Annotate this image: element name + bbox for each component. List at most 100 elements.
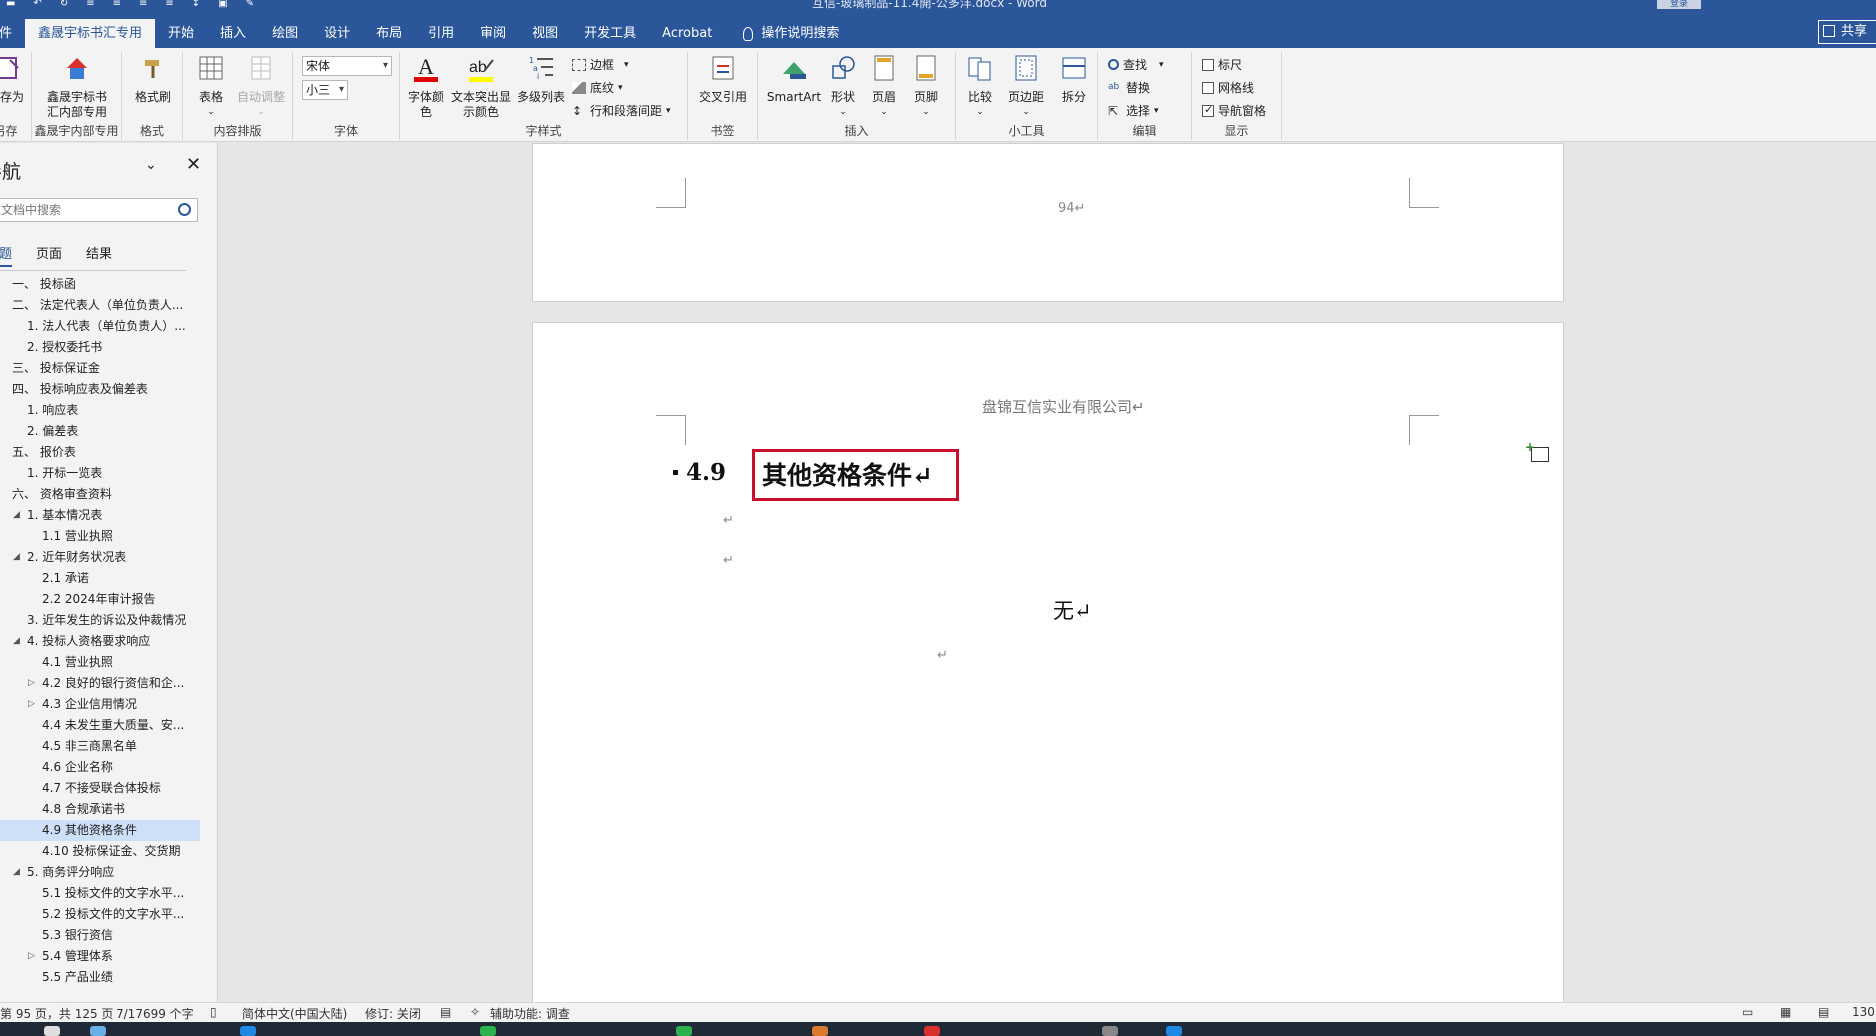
new-comment-icon[interactable] [1525, 440, 1549, 462]
tell-me-search[interactable]: 操作说明搜索 [725, 19, 852, 48]
collapsed-triangle-icon[interactable]: ▷ [28, 946, 35, 967]
nav-heading-item[interactable]: 4.6 企业名称 [0, 757, 200, 778]
ruler-checkbox[interactable]: 标尺 [1202, 56, 1242, 73]
proofing-icon[interactable]: ▯ [210, 1005, 217, 1019]
align-left-icon[interactable]: ≡ [86, 0, 94, 10]
find-button[interactable]: 查找 ▾ [1108, 56, 1164, 73]
nav-heading-item[interactable]: 三、 投标保证金 [0, 358, 200, 379]
font-color-button[interactable]: A 字体颜色 [406, 54, 446, 120]
print-layout-icon[interactable]: ▦ [1780, 1005, 1791, 1019]
smartart-button[interactable]: SmartArt [766, 54, 822, 105]
tab-review[interactable]: 审阅 [467, 19, 519, 48]
tab-xsy[interactable]: 鑫晟宇标书汇专用 [25, 19, 156, 48]
gridlines-checkbox[interactable]: 网格线 [1202, 79, 1254, 96]
format-painter-button[interactable]: 格式刷 [130, 54, 176, 105]
font-size-select[interactable]: 小三 [302, 80, 348, 100]
tab-design[interactable]: 设计 [311, 19, 363, 48]
nav-heading-item[interactable]: 1. 响应表 [0, 400, 200, 421]
select-button[interactable]: ⇱ 选择 ▾ [1108, 102, 1159, 119]
footer-button[interactable]: 页脚 ⌄ [906, 54, 946, 120]
close-icon[interactable]: ✕ [186, 154, 201, 175]
taskbar-app-icon[interactable] [90, 1026, 106, 1036]
search-taskbar-icon[interactable] [44, 1026, 60, 1036]
redo-icon[interactable]: ↻ [60, 0, 68, 10]
cross-reference-button[interactable]: 交叉引用 [694, 54, 752, 105]
body-text[interactable]: 无↵ [1053, 595, 1092, 625]
taskbar-app-icon[interactable] [1166, 1026, 1182, 1036]
line-spacing-button[interactable]: ↕ 行和段落间距 ▾ [572, 102, 671, 119]
read-mode-icon[interactable]: ▭ [1742, 1005, 1753, 1019]
nav-heading-item[interactable]: 2. 偏差表 [0, 421, 200, 442]
tab-developer[interactable]: 开发工具 [571, 19, 649, 48]
nav-heading-item[interactable]: ◢ 2. 近年财务状况表 [0, 547, 200, 568]
xsy-button[interactable]: 鑫晟宇标书汇内部专用 [40, 54, 114, 120]
nav-heading-item[interactable]: ▷ 4.2 良好的银行资信和企... [0, 673, 200, 694]
nav-heading-item[interactable]: ◢ 5. 商务评分响应 [0, 862, 200, 883]
expanded-triangle-icon[interactable]: ◢ [13, 862, 20, 883]
nav-search-input[interactable]: 在文档中搜索 [0, 198, 198, 222]
taskbar-app-icon[interactable] [812, 1026, 828, 1036]
tab-acrobat[interactable]: Acrobat [649, 19, 725, 48]
auto-adjust-button[interactable]: 自动调整 ⌄ [233, 54, 289, 120]
print-preview-icon[interactable]: ▣ [218, 0, 227, 10]
nav-heading-item[interactable]: 1. 法人代表（单位负责人）... [0, 316, 200, 337]
expanded-triangle-icon[interactable]: ◢ [13, 631, 20, 652]
collapsed-triangle-icon[interactable]: ▷ [28, 673, 35, 694]
login-button[interactable]: 登录 [1657, 0, 1701, 9]
header-button[interactable]: 页眉 ⌄ [864, 54, 904, 120]
taskbar-app-icon[interactable] [924, 1026, 940, 1036]
border-button[interactable]: 边框 ▾ [572, 56, 629, 73]
web-layout-icon[interactable]: ▤ [1818, 1005, 1829, 1019]
status-track-changes[interactable]: 修订: 关闭 [365, 1005, 421, 1022]
nav-heading-item[interactable]: 2.1 承诺 [0, 568, 200, 589]
nav-heading-item[interactable]: ▷ 5.4 管理体系 [0, 946, 200, 967]
taskbar-app-icon[interactable] [1102, 1026, 1118, 1036]
nav-heading-item[interactable]: 4.1 营业执照 [0, 652, 200, 673]
chevron-down-icon[interactable]: ⌄ [145, 157, 157, 173]
tab-file[interactable]: 文件 [0, 19, 25, 48]
tab-insert[interactable]: 插入 [207, 19, 259, 48]
macro-icon[interactable]: ▤ [440, 1005, 451, 1019]
tab-view[interactable]: 视图 [519, 19, 571, 48]
status-accessibility[interactable]: 辅助功能: 调查 [490, 1005, 570, 1022]
nav-heading-item[interactable]: 5.3 银行资信 [0, 925, 200, 946]
nav-heading-item[interactable]: 5.2 投标文件的文字水平... [0, 904, 200, 925]
nav-heading-item[interactable]: 四、 投标响应表及偏差表 [0, 379, 200, 400]
nav-heading-item[interactable]: 3. 近年发生的诉讼及仲裁情况 [0, 610, 200, 631]
compare-button[interactable]: 比较 ⌄ [960, 54, 1000, 120]
nav-heading-item[interactable]: ▷ 4.3 企业信用情况 [0, 694, 200, 715]
heading-text[interactable]: 其他资格条件↵ [762, 456, 933, 492]
search-icon[interactable] [178, 203, 191, 216]
status-language[interactable]: 简体中文(中国大陆) [242, 1005, 347, 1022]
nav-tab-headings[interactable]: 标题 [0, 243, 13, 267]
tab-draw[interactable]: 绘图 [259, 19, 311, 48]
status-zoom[interactable]: 130 [1852, 1005, 1875, 1019]
nav-heading-item[interactable]: 4.5 非三商黑名单 [0, 736, 200, 757]
table-button[interactable]: 表格 ⌄ [193, 54, 229, 120]
font-name-select[interactable]: 宋体 [302, 56, 392, 76]
shapes-button[interactable]: 形状 ⌄ [824, 54, 862, 120]
save-icon[interactable]: ▬ [6, 0, 15, 10]
align-right-icon[interactable]: ≡ [139, 0, 147, 10]
tab-references[interactable]: 引用 [415, 19, 467, 48]
nav-heading-item[interactable]: 2. 授权委托书 [0, 337, 200, 358]
nav-pane-checkbox[interactable]: 导航窗格 [1202, 102, 1266, 119]
nav-tab-pages[interactable]: 页面 [36, 243, 62, 267]
nav-heading-item[interactable]: 4.4 未发生重大质量、安... [0, 715, 200, 736]
taskbar-app-icon[interactable] [240, 1026, 256, 1036]
nav-heading-item[interactable]: 六、 资格审查资料 [0, 484, 200, 505]
brush-icon[interactable]: ✎ [246, 0, 254, 10]
tab-home[interactable]: 开始 [155, 19, 207, 48]
nav-heading-item[interactable]: 4.9 其他资格条件 [0, 820, 200, 841]
replace-button[interactable]: ab 替换 [1108, 79, 1150, 96]
align-center-icon[interactable]: ≡ [113, 0, 121, 10]
nav-tab-results[interactable]: 结果 [86, 243, 112, 267]
nav-heading-item[interactable]: ◢ 4. 投标人资格要求响应 [0, 631, 200, 652]
nav-heading-item[interactable]: 4.10 投标保证金、交货期 [0, 841, 200, 862]
nav-heading-item[interactable]: 1. 开标一览表 [0, 463, 200, 484]
nav-heading-item[interactable]: 五、 报价表 [0, 442, 200, 463]
nav-heading-item[interactable]: 4.8 合规承诺书 [0, 799, 200, 820]
nav-heading-item[interactable]: 1.1 营业执照 [0, 526, 200, 547]
nav-heading-item[interactable]: 4.7 不接受联合体投标 [0, 778, 200, 799]
expanded-triangle-icon[interactable]: ◢ [13, 547, 20, 568]
